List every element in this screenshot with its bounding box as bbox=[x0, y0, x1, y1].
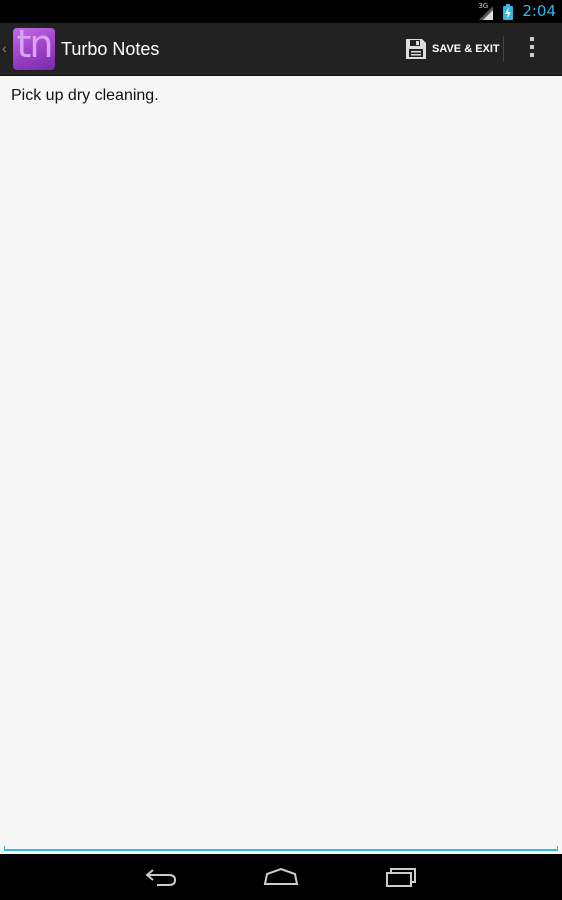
app-title: Turbo Notes bbox=[61, 39, 160, 59]
save-exit-button[interactable]: SAVE & EXIT bbox=[398, 23, 502, 75]
home-icon bbox=[261, 867, 301, 894]
note-text[interactable]: Pick up dry cleaning. bbox=[11, 85, 159, 107]
recent-apps-icon bbox=[381, 868, 421, 894]
status-icons: 3G 2:04 bbox=[478, 0, 556, 23]
app-logo[interactable]: tn bbox=[13, 28, 55, 70]
network-type-label: 3G bbox=[478, 1, 489, 10]
recent-apps-button[interactable] bbox=[381, 864, 421, 890]
app-logo-text: tn bbox=[16, 28, 54, 66]
editor-underline bbox=[4, 846, 558, 851]
action-bar: ‹ tn Turbo Notes SAVE & EXIT bbox=[0, 23, 562, 76]
back-button[interactable] bbox=[141, 864, 181, 890]
battery-charging-icon bbox=[500, 3, 516, 20]
save-exit-label: SAVE & EXIT bbox=[432, 43, 500, 55]
action-bar-divider bbox=[503, 36, 504, 62]
overflow-menu-button[interactable] bbox=[512, 23, 552, 75]
floppy-disk-icon bbox=[404, 37, 428, 61]
status-bar: 3G 2:04 bbox=[0, 0, 562, 23]
chevron-left-icon[interactable]: ‹ bbox=[2, 40, 7, 56]
navigation-bar bbox=[0, 854, 562, 900]
screen: 3G 2:04 ‹ tn Turbo Notes SAVE & EXIT Pic… bbox=[0, 0, 562, 900]
overflow-menu-icon bbox=[528, 36, 536, 63]
home-button[interactable] bbox=[261, 864, 301, 890]
back-icon bbox=[141, 869, 181, 894]
signal-icon: 3G bbox=[478, 1, 494, 20]
status-clock: 2:04 bbox=[522, 2, 556, 20]
note-editor[interactable]: Pick up dry cleaning. bbox=[0, 76, 562, 854]
